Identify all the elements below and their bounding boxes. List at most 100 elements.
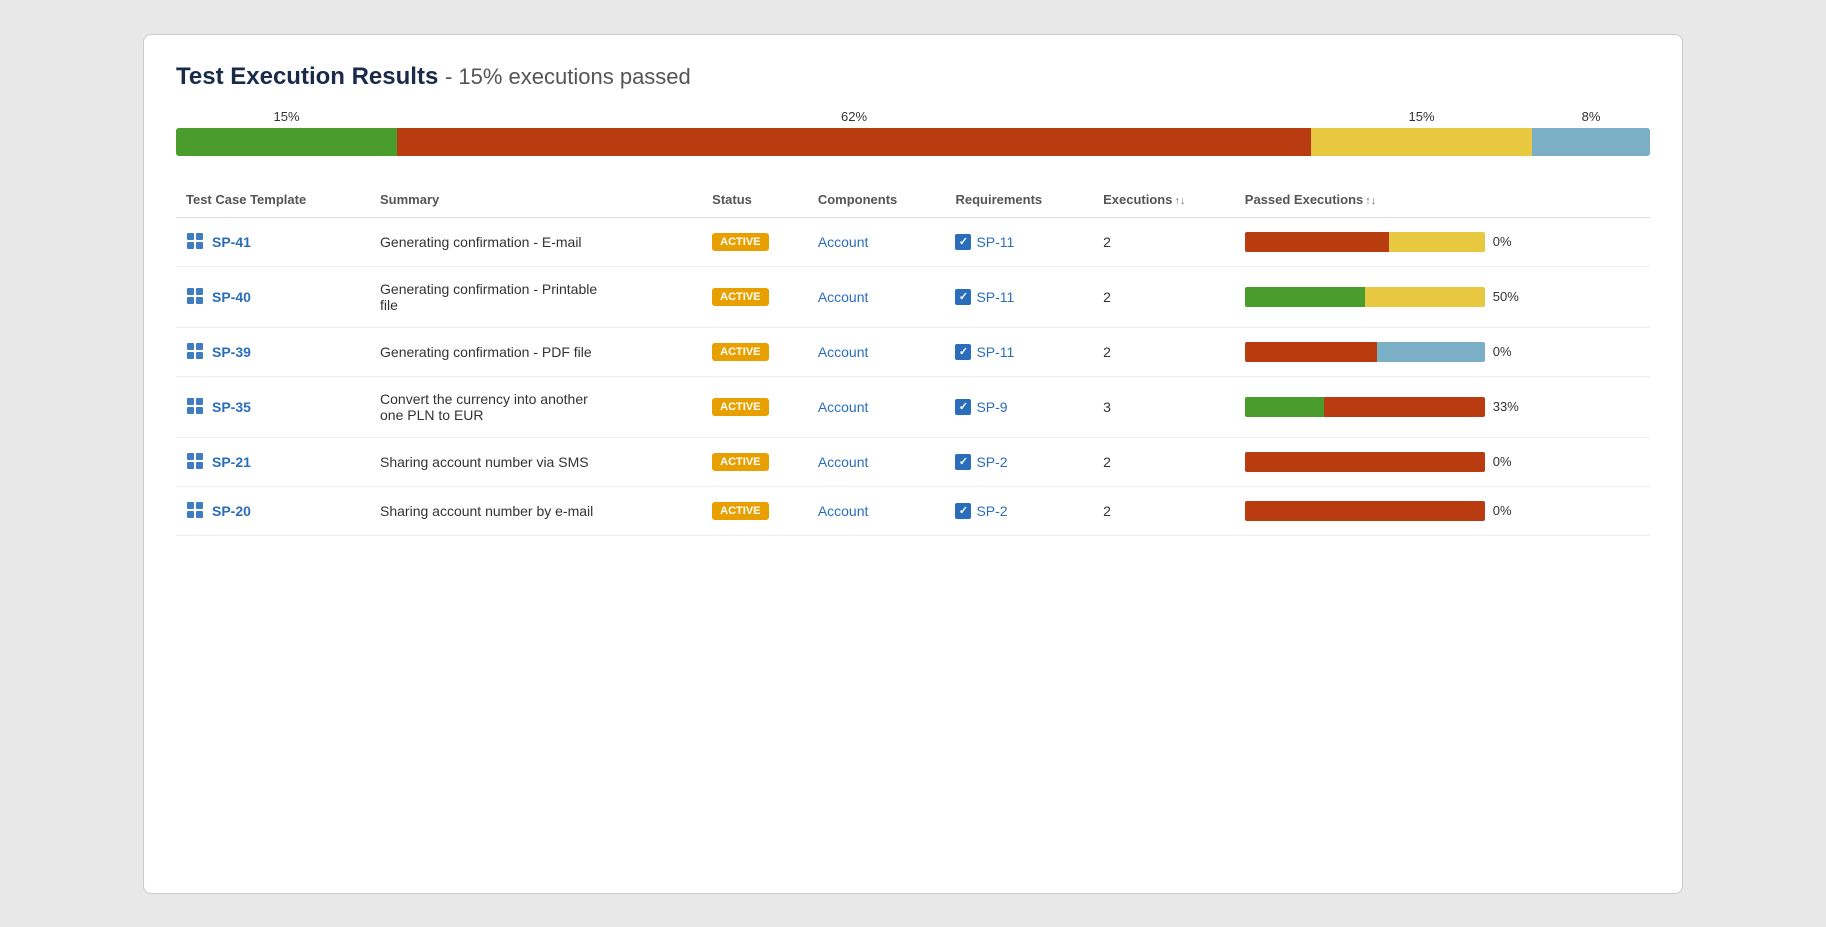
req-checkbox	[955, 399, 971, 415]
req-link[interactable]: SP-9	[976, 399, 1007, 415]
exec-count: 2	[1103, 503, 1111, 519]
sort-icon-passed[interactable]: ↑↓	[1365, 195, 1376, 207]
col-header-passed[interactable]: Passed Executions↑↓	[1235, 184, 1650, 218]
passed-pct-label: 50%	[1493, 289, 1525, 304]
test-id-link-SP-40[interactable]: SP-40	[186, 287, 360, 307]
test-id-link-SP-39[interactable]: SP-39	[186, 342, 360, 362]
exec-bar-segment	[1245, 501, 1485, 521]
req-checkbox	[955, 234, 971, 250]
progress-label-15%: 15%	[176, 109, 397, 124]
cell-summary-SP-41: Generating confirmation - E-mail	[370, 217, 702, 266]
table-row: SP-21Sharing account number via SMSACTIV…	[176, 437, 1650, 486]
col-header-req: Requirements	[945, 184, 1093, 218]
cell-passed-SP-40: 50%	[1235, 266, 1650, 327]
cell-template-SP-20: SP-20	[176, 486, 370, 535]
progress-segment	[1311, 128, 1532, 156]
col-header-template: Test Case Template	[176, 184, 370, 218]
req-cell: SP-2	[955, 503, 1083, 519]
req-checkbox	[955, 344, 971, 360]
table-body: SP-41 Generating confirmation - E-mail ACT…	[176, 217, 1650, 535]
exec-bar-container: 33%	[1245, 397, 1640, 417]
col-header-status: Status	[702, 184, 808, 218]
cell-summary-SP-39: Generating confirmation - PDF file	[370, 327, 702, 376]
exec-bar	[1245, 232, 1485, 252]
cell-status-SP-20: ACTIVE	[702, 486, 808, 535]
component-link[interactable]: Account	[818, 399, 869, 415]
sort-icon-exec[interactable]: ↑↓	[1174, 195, 1185, 207]
status-badge: ACTIVE	[712, 288, 768, 306]
test-id-label: SP-21	[212, 454, 251, 470]
component-link[interactable]: Account	[818, 344, 869, 360]
page-title: Test Execution Results - 15% executions …	[176, 63, 1650, 91]
exec-bar	[1245, 452, 1485, 472]
test-id-link-SP-21[interactable]: SP-21	[186, 452, 360, 472]
cell-template-SP-39: SP-39	[176, 327, 370, 376]
req-checkbox	[955, 454, 971, 470]
req-checkbox	[955, 289, 971, 305]
cell-req-SP-21: SP-2	[945, 437, 1093, 486]
cell-executions-SP-20: 2	[1093, 486, 1235, 535]
passed-pct-label: 0%	[1493, 454, 1525, 469]
test-id-link-SP-35[interactable]: SP-35	[186, 397, 360, 417]
exec-bar-container: 0%	[1245, 452, 1640, 472]
cell-template-SP-41: SP-41	[176, 217, 370, 266]
progress-section: 15%62%15%8%	[176, 109, 1650, 156]
exec-bar	[1245, 287, 1485, 307]
cell-component-SP-20: Account	[808, 486, 946, 535]
cell-template-SP-40: SP-40	[176, 266, 370, 327]
req-cell: SP-11	[955, 234, 1083, 250]
col-header-component: Components	[808, 184, 946, 218]
component-link[interactable]: Account	[818, 454, 869, 470]
progress-labels: 15%62%15%8%	[176, 109, 1650, 124]
cell-status-SP-39: ACTIVE	[702, 327, 808, 376]
main-card: Test Execution Results - 15% executions …	[143, 34, 1683, 894]
cell-passed-SP-41: 0%	[1235, 217, 1650, 266]
summary-text: Generating confirmation - PDF file	[380, 344, 600, 360]
exec-bar-segment	[1365, 287, 1485, 307]
table-row: SP-41 Generating confirmation - E-mail ACT…	[176, 217, 1650, 266]
progress-segment	[397, 128, 1311, 156]
test-id-link-SP-20[interactable]: SP-20	[186, 501, 360, 521]
req-link[interactable]: SP-2	[976, 454, 1007, 470]
req-link[interactable]: SP-2	[976, 503, 1007, 519]
component-link[interactable]: Account	[818, 503, 869, 519]
cell-component-SP-40: Account	[808, 266, 946, 327]
component-link[interactable]: Account	[818, 234, 869, 250]
table-container: Test Case TemplateSummaryStatusComponent…	[176, 184, 1650, 536]
req-link[interactable]: SP-11	[976, 344, 1014, 360]
col-header-exec[interactable]: Executions↑↓	[1093, 184, 1235, 218]
passed-pct-label: 0%	[1493, 234, 1525, 249]
cell-summary-SP-35: Convert the currency into another one PL…	[370, 376, 702, 437]
table-row: SP-39 Generating confirmation - PDF file A…	[176, 327, 1650, 376]
exec-count: 2	[1103, 454, 1111, 470]
exec-bar-container: 0%	[1245, 342, 1640, 362]
test-id-label: SP-35	[212, 399, 251, 415]
exec-bar-segment	[1245, 397, 1324, 417]
req-link[interactable]: SP-11	[976, 289, 1014, 305]
exec-bar	[1245, 397, 1485, 417]
progress-label-62%: 62%	[397, 109, 1311, 124]
exec-bar-segment	[1245, 232, 1389, 252]
results-table: Test Case TemplateSummaryStatusComponent…	[176, 184, 1650, 536]
cell-executions-SP-21: 2	[1093, 437, 1235, 486]
cell-component-SP-21: Account	[808, 437, 946, 486]
cell-executions-SP-39: 2	[1093, 327, 1235, 376]
req-link[interactable]: SP-11	[976, 234, 1014, 250]
cell-status-SP-21: ACTIVE	[702, 437, 808, 486]
status-badge: ACTIVE	[712, 233, 768, 251]
cell-template-SP-21: SP-21	[176, 437, 370, 486]
exec-bar-container: 0%	[1245, 501, 1640, 521]
component-link[interactable]: Account	[818, 289, 869, 305]
summary-text: Convert the currency into another one PL…	[380, 391, 600, 423]
table-header: Test Case TemplateSummaryStatusComponent…	[176, 184, 1650, 218]
status-badge: ACTIVE	[712, 453, 768, 471]
passed-pct-label: 0%	[1493, 503, 1525, 518]
req-cell: SP-11	[955, 289, 1083, 305]
summary-text: Sharing account number by e-mail	[380, 503, 600, 519]
summary-text: Generating confirmation - E-mail	[380, 234, 600, 250]
test-id-link-SP-41[interactable]: SP-41	[186, 232, 360, 252]
cell-passed-SP-21: 0%	[1235, 437, 1650, 486]
req-cell: SP-9	[955, 399, 1083, 415]
exec-bar-container: 0%	[1245, 232, 1640, 252]
req-cell: SP-11	[955, 344, 1083, 360]
